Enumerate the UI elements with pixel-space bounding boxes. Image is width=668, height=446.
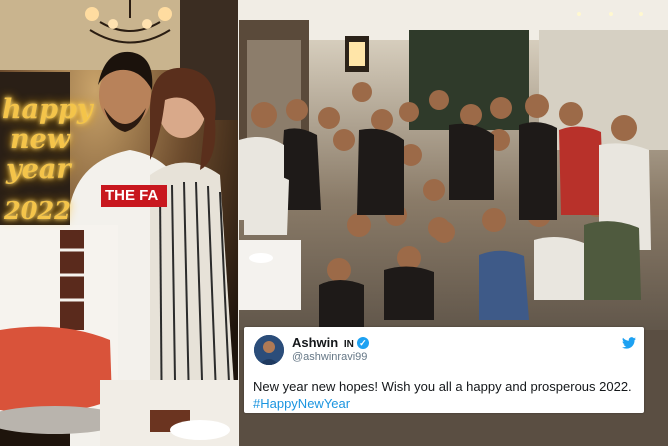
tweet-text: New year new hopes! Wish you all a happy… (253, 379, 632, 394)
neon-sign-year: year (6, 154, 71, 185)
twitter-bird-icon (622, 337, 636, 349)
country-flag: IN (343, 339, 354, 350)
left-photo: happy new year 2022 THE FA (0, 0, 238, 446)
author-display-name: Ashwin (292, 335, 339, 350)
neon-sign-happy: happy (2, 94, 93, 125)
author-handle[interactable]: @ashwinravi99 (292, 351, 367, 363)
neon-sign-2022: 2022 (4, 196, 71, 225)
author-name[interactable]: Ashwin IN ✓ (292, 335, 369, 350)
tweet-card: Ashwin IN ✓ @ashwinravi99 New year new ho… (244, 327, 644, 413)
hashtag-link[interactable]: #HappyNewYear (253, 396, 350, 412)
profile-avatar[interactable] (254, 335, 284, 365)
neon-sign-new: new (10, 124, 71, 155)
shirt-print-text: THE FA (101, 185, 167, 207)
verified-badge-icon: ✓ (356, 337, 369, 349)
